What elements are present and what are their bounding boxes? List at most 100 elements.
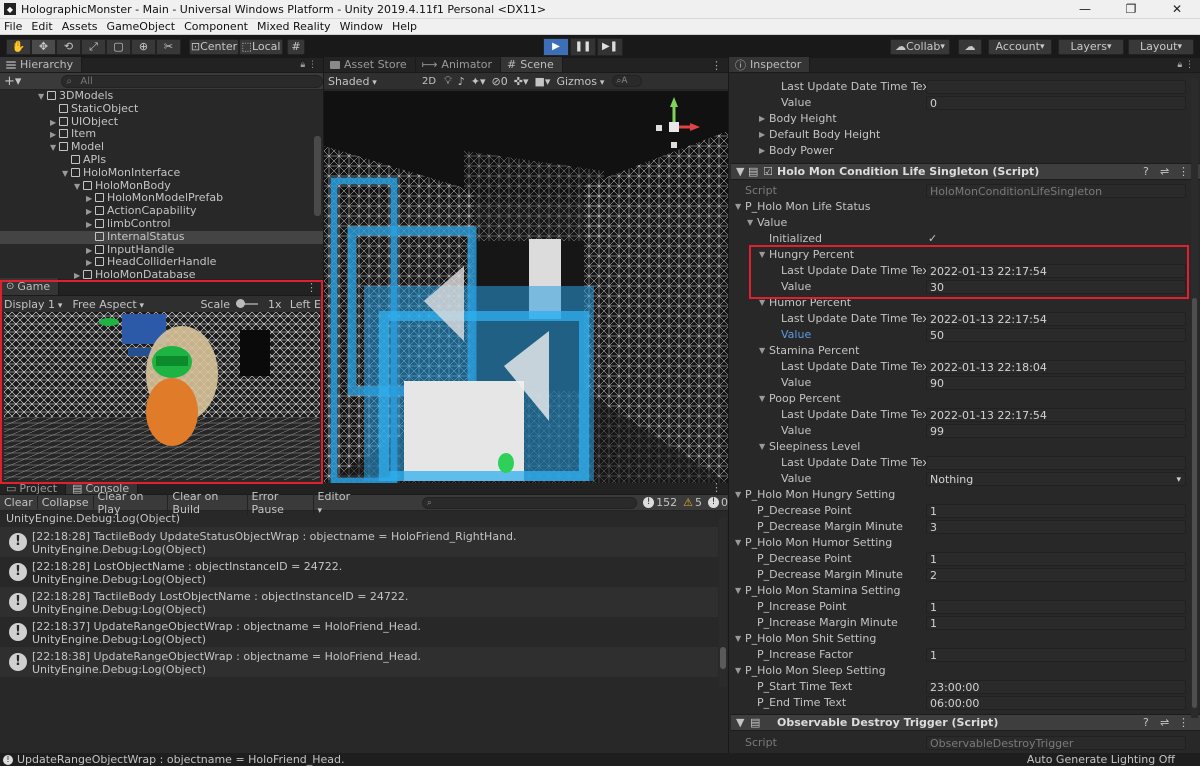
default-body-height-foldout[interactable]: Default Body Height — [769, 127, 880, 143]
foldout-arrow-icon[interactable]: ▼ — [735, 199, 741, 215]
stamina-foldout[interactable]: Stamina Percent — [769, 343, 859, 359]
body-height-foldout[interactable]: Body Height — [769, 111, 837, 127]
poop-foldout[interactable]: Poop Percent — [769, 391, 841, 407]
hierarchy-search-input[interactable]: ⌕ All — [61, 74, 323, 88]
pause-button[interactable]: ❚❚ — [570, 37, 596, 56]
humor-value-field[interactable]: 50 — [926, 328, 1186, 342]
foldout-arrow-icon[interactable]: ▼ — [747, 215, 753, 231]
foldout-arrow-icon[interactable]: ▼ — [759, 343, 765, 359]
lighting-icon[interactable]: 💡︎ — [444, 74, 452, 88]
clear-button[interactable]: Clear — [0, 496, 38, 509]
hierarchy-item[interactable]: ▼ Model — [0, 140, 323, 154]
preset-icon[interactable]: ⇌ — [1160, 164, 1169, 180]
hierarchy-item[interactable]: ▶ UIObject — [0, 115, 323, 129]
stamina-setting-foldout[interactable]: P_Holo Mon Stamina Setting — [745, 583, 901, 599]
sleepiness-dropdown[interactable]: Nothing — [926, 472, 1186, 487]
lock-icon[interactable]: 🔒︎ ⋮ — [300, 60, 317, 70]
step-button[interactable]: ▶❚ — [597, 37, 623, 56]
status-message[interactable]: UpdateRangeObjectWrap : objectname = Hol… — [17, 753, 345, 766]
collapse-button[interactable]: Collapse — [38, 496, 94, 509]
transform-tool-icon[interactable]: ⊕ — [131, 38, 156, 55]
2d-toggle[interactable]: 2D — [422, 76, 436, 87]
foldout-arrow-icon[interactable]: ▼ — [735, 663, 741, 679]
move-tool-icon[interactable]: ✥ — [31, 38, 56, 55]
stamina-time-field[interactable]: 2022-01-13 22:18:04 — [926, 360, 1186, 374]
stamina-setting-r1-field[interactable]: 1 — [926, 600, 1186, 614]
scene-menu-icon[interactable]: ⋮ — [711, 59, 722, 72]
help2-icon[interactable]: ? — [1143, 715, 1149, 731]
menu-help[interactable]: Help — [388, 20, 422, 33]
inspector-lock-icon[interactable]: 🔒︎ ⋮ — [1177, 60, 1194, 70]
collab-dropdown[interactable]: ☁ Collab — [890, 38, 950, 55]
hierarchy-item[interactable]: ▼ 3DModels — [0, 89, 323, 103]
scene-search-input[interactable]: ⌕A — [612, 75, 643, 87]
hand-tool-icon[interactable]: ✋ — [6, 38, 31, 55]
clear-on-build-button[interactable]: Clear on Build — [168, 489, 248, 516]
tab-animator[interactable]: ⟼ Animator — [415, 57, 501, 72]
component-foldout-icon[interactable]: ▼ — [736, 164, 744, 180]
sleepiness-time-field[interactable] — [926, 456, 1186, 470]
component-menu-icon[interactable]: ⋮ — [1178, 164, 1189, 180]
scene-gizmo-icon[interactable] — [648, 97, 700, 153]
console-scrollbar[interactable] — [719, 517, 727, 687]
tab-inspector[interactable]: ⓘ Inspector — [729, 57, 811, 72]
console-entry[interactable]: ! [22:18:28] TactileBody UpdateStatusObje… — [0, 527, 718, 557]
humor-setting-r1-field[interactable]: 1 — [926, 552, 1186, 566]
account-dropdown[interactable]: Account — [988, 38, 1052, 55]
tab-scene[interactable]: # Scene — [501, 57, 563, 72]
rect-tool-icon[interactable]: ▢ — [106, 38, 131, 55]
error-count-toggle[interactable]: ! 0 — [708, 496, 728, 509]
hierarchy-scrollbar[interactable] — [314, 136, 321, 216]
component2-menu-icon[interactable]: ⋮ — [1178, 715, 1189, 731]
play-button[interactable]: ▶ — [543, 37, 569, 56]
stamina-setting-r2-field[interactable]: 1 — [926, 616, 1186, 630]
menu-edit[interactable]: Edit — [27, 20, 57, 33]
effects-icon[interactable]: ✦▾ — [471, 75, 486, 88]
console-entry[interactable]: ! [22:18:28] LostObjectName : objectInsta… — [0, 557, 718, 587]
console-entry[interactable]: ! [22:18:37] UpdateRangeObjectWrap : obje… — [0, 617, 718, 647]
layers-dropdown[interactable]: Layers — [1058, 38, 1124, 55]
close-button[interactable]: ✕ — [1154, 2, 1200, 16]
menu-mixed-reality[interactable]: Mixed Reality — [253, 20, 336, 33]
menu-gameobject[interactable]: GameObject — [103, 20, 181, 33]
console-menu-icon[interactable]: ⋮ — [711, 481, 722, 494]
menu-assets[interactable]: Assets — [58, 20, 103, 33]
last-update-field[interactable] — [926, 80, 1186, 94]
script2-field[interactable]: ObservableDestroyTrigger — [926, 736, 1186, 750]
add-icon[interactable]: +▾ — [4, 74, 21, 89]
poop-time-field[interactable]: 2022-01-13 22:17:54 — [926, 408, 1186, 422]
gizmos-dropdown[interactable]: Gizmos — [556, 75, 604, 88]
editor-dropdown[interactable]: Editor — [314, 490, 358, 516]
foldout-arrow-icon[interactable]: ▼ — [735, 487, 741, 503]
foldout-arrow-icon[interactable]: ▼ — [735, 631, 741, 647]
snap-icon[interactable]: # — [287, 38, 305, 55]
console-entry[interactable]: ! [22:18:38] UpdateRangeObjectWrap : obje… — [0, 647, 718, 677]
shit-setting-r1-field[interactable]: 1 — [926, 648, 1186, 662]
hungry-setting-r2-field[interactable]: 3 — [926, 520, 1186, 534]
camera-icon[interactable]: ■▾ — [535, 75, 551, 88]
life-status-foldout[interactable]: P_Holo Mon Life Status — [745, 199, 870, 215]
stamina-value-field[interactable]: 90 — [926, 376, 1186, 390]
shading-dropdown[interactable]: Shaded — [328, 75, 416, 88]
tools-icon[interactable]: ✜▾ — [514, 75, 529, 88]
audio-icon[interactable]: ♪ — [458, 75, 465, 88]
component-enabled-checkbox[interactable]: ☑ — [763, 164, 773, 180]
warn-count-toggle[interactable]: ⚠ 5 — [683, 496, 702, 509]
humor-setting-foldout[interactable]: P_Holo Mon Humor Setting — [745, 535, 892, 551]
preset2-icon[interactable]: ⇌ — [1160, 715, 1169, 731]
sleep-setting-r1-field[interactable]: 23:00:00 — [926, 680, 1186, 694]
minimize-button[interactable]: — — [1062, 2, 1108, 16]
foldout-arrow-icon[interactable]: ▼ — [735, 535, 741, 551]
info-count-toggle[interactable]: ! 152 — [643, 496, 677, 509]
value-foldout[interactable]: Value — [757, 215, 787, 231]
menu-window[interactable]: Window — [336, 20, 388, 33]
hierarchy-item[interactable]: StaticObject — [0, 102, 323, 116]
hidden-icon[interactable]: ⊘ — [492, 75, 501, 88]
scale-tool-icon[interactable]: ⤢ — [81, 38, 106, 55]
foldout-arrow-icon[interactable]: ▶ — [759, 111, 765, 127]
pivot-center-button[interactable]: ⊡ Center — [189, 38, 239, 55]
inspector-scrollbar[interactable] — [1191, 78, 1198, 718]
poop-value-field[interactable]: 99 — [926, 424, 1186, 438]
sleep-setting-r2-field[interactable]: 06:00:00 — [926, 696, 1186, 710]
error-pause-button[interactable]: Error Pause — [248, 489, 314, 516]
